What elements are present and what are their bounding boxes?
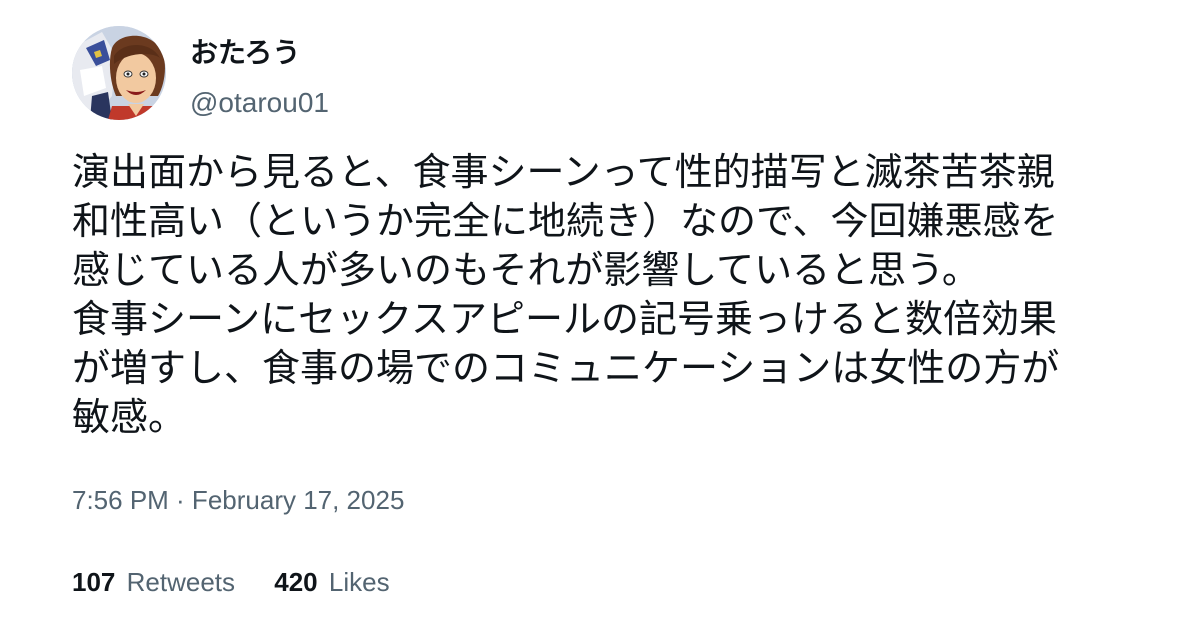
retweets-label: Retweets [126, 567, 236, 597]
likes-stat[interactable]: 420 Likes [274, 566, 389, 598]
tweet-text-line: 和性高い（というか完全に地続き）なので、今回嫌悪感を [72, 199, 1059, 243]
tweet-text: 演出面から見ると、食事シーンって性的描写と滅茶苦茶親 和性高い（というか完全に地… [72, 148, 1132, 442]
tweet-text-line: が増すし、食事の場でのコミュニケーションは女性の方が [72, 346, 1060, 390]
retweets-count: 107 [72, 567, 116, 597]
tweet-timestamp[interactable]: 7:56 PM · February 17, 2025 [72, 484, 404, 516]
likes-label: Likes [328, 567, 390, 597]
engagement-stats: 107 Retweets 420 Likes [72, 566, 422, 598]
avatar-image [72, 26, 166, 120]
display-name[interactable]: おたろう [190, 36, 300, 70]
retweets-stat[interactable]: 107 Retweets [72, 566, 235, 598]
tweet-card: おたろう @otarou01 演出面から見ると、食事シーンって性的描写と滅茶苦茶… [0, 0, 1200, 627]
tweet-text-line: 感じている人が多いのもそれが影響していると思う。 [72, 248, 980, 292]
user-handle[interactable]: @otarou01 [190, 86, 329, 120]
tweet-text-line: 演出面から見ると、食事シーンって性的描写と滅茶苦茶親 [72, 150, 1055, 194]
avatar[interactable] [72, 26, 166, 120]
tweet-text-line: 食事シーンにセックスアピールの記号乗っけると数倍効果 [72, 297, 1057, 341]
tweet-text-line: 敏感。 [72, 395, 187, 439]
likes-count: 420 [274, 567, 318, 597]
